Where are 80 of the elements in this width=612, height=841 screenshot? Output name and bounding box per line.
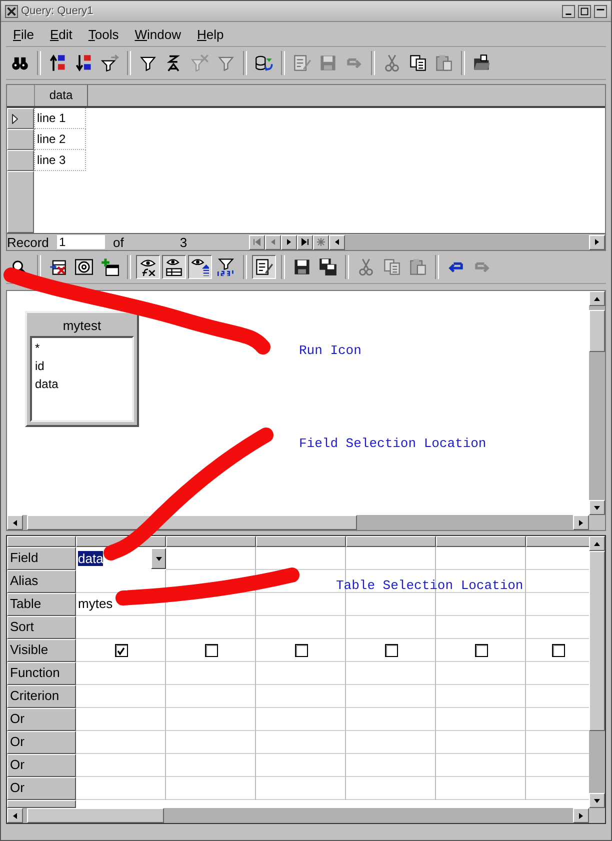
record-count: 3 xyxy=(180,234,188,250)
menu-item[interactable]: File xyxy=(6,24,41,44)
navigation-button[interactable] xyxy=(297,234,313,250)
left-arrow-icon[interactable] xyxy=(11,518,19,526)
table-add-icon[interactable] xyxy=(101,258,119,276)
row-header[interactable] xyxy=(7,108,34,129)
corner-header xyxy=(7,536,76,547)
copy-icon[interactable] xyxy=(409,54,427,72)
database-arrows-icon[interactable] xyxy=(255,54,273,72)
table-window[interactable]: mytest * id data xyxy=(25,311,139,427)
checkbox[interactable] xyxy=(204,644,218,657)
row-label: Visible xyxy=(7,639,76,662)
down-arrow-icon[interactable] xyxy=(593,796,601,804)
row-label: Alias xyxy=(7,570,76,593)
row-label: Criterion xyxy=(7,685,76,708)
field-item[interactable]: * xyxy=(35,339,129,357)
annotation-text: Table Selection Location xyxy=(336,578,524,593)
table-cell: line 3 xyxy=(34,150,86,171)
table-cell: line 1 xyxy=(34,108,86,129)
current-row-icon xyxy=(12,114,18,124)
of-label: of xyxy=(113,234,124,250)
floppy-disks-icon[interactable] xyxy=(319,258,337,276)
row-label: Table xyxy=(7,593,76,616)
table-title: mytest xyxy=(62,317,102,335)
sort-ascending-icon[interactable] xyxy=(49,54,67,72)
vertical-scrollbar[interactable] xyxy=(589,536,605,808)
column-header[interactable]: data xyxy=(35,85,88,106)
caret-icon xyxy=(154,554,162,562)
maximize-button[interactable] xyxy=(578,4,591,18)
minimize-button[interactable] xyxy=(562,4,575,18)
record-number-field[interactable]: 1 xyxy=(57,235,105,249)
close-icon[interactable] xyxy=(5,4,18,18)
checkbox[interactable] xyxy=(384,644,398,657)
right-arrow-icon[interactable] xyxy=(577,812,585,820)
right-arrow-icon[interactable] xyxy=(577,518,585,526)
funnel-arrow-icon[interactable] xyxy=(101,54,119,72)
navigation-button[interactable] xyxy=(281,234,297,250)
checkbox[interactable] xyxy=(474,644,488,657)
right-arrow-icon[interactable] xyxy=(593,238,601,246)
row-label: Or xyxy=(7,777,76,800)
row-label: Or xyxy=(7,731,76,754)
menu-item[interactable]: Edit xyxy=(42,24,80,44)
at-sign-icon[interactable] xyxy=(75,258,93,276)
row-header[interactable] xyxy=(7,129,34,150)
menu-item[interactable]: Tools xyxy=(81,24,126,44)
up-arrow-icon[interactable] xyxy=(593,540,601,548)
checkbox[interactable] xyxy=(294,644,308,657)
checkbox[interactable] xyxy=(552,644,565,657)
table-delete-icon[interactable] xyxy=(49,258,67,276)
annotation-text: Field Selection Location xyxy=(299,436,486,451)
sort-descending-icon[interactable] xyxy=(75,54,93,72)
row-label: Sort xyxy=(7,616,76,639)
left-arrow-icon[interactable] xyxy=(333,238,341,246)
annotation-text: Run Icon xyxy=(299,343,362,358)
funnel-icon[interactable] xyxy=(139,54,157,72)
last-record-icon xyxy=(300,237,310,247)
row-label: Or xyxy=(7,754,76,777)
table-cell: line 2 xyxy=(34,129,86,150)
row-label: Field xyxy=(7,547,76,570)
shade-button[interactable] xyxy=(594,4,607,18)
window-title: Query: Query1 xyxy=(21,5,94,17)
checkbox[interactable] xyxy=(114,644,128,657)
menu-item[interactable]: Help xyxy=(190,24,231,44)
new-record-icon xyxy=(316,237,326,247)
down-arrow-icon[interactable] xyxy=(593,504,601,512)
field-list[interactable]: * id data xyxy=(30,336,134,422)
record-label: Record xyxy=(7,234,50,250)
row-label: Function xyxy=(7,662,76,685)
up-arrow-icon[interactable] xyxy=(593,294,601,302)
field-item[interactable]: id xyxy=(35,357,129,375)
menu-item[interactable]: Window xyxy=(128,24,188,44)
folder-icon[interactable] xyxy=(473,54,491,72)
first-record-icon xyxy=(252,237,262,247)
field-item[interactable]: data xyxy=(35,375,129,393)
vertical-scrollbar[interactable] xyxy=(589,291,605,515)
table-name[interactable]: mytes xyxy=(78,596,113,611)
row-label: Or xyxy=(7,708,76,731)
left-arrow-icon[interactable] xyxy=(11,812,19,820)
funnel-digits-icon[interactable] xyxy=(217,258,235,276)
row-header[interactable] xyxy=(7,150,34,171)
